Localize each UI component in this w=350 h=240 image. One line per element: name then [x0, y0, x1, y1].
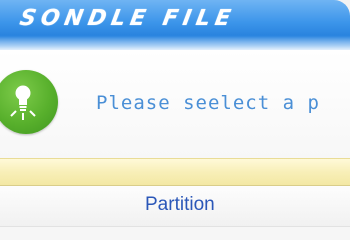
column-header-partition[interactable]: Partition — [145, 194, 215, 216]
lightbulb-glyph — [10, 85, 36, 120]
title-bar[interactable]: SONDLE FILE — [0, 0, 350, 50]
info-message: Please seelect a p — [96, 92, 320, 114]
header-band — [0, 158, 350, 186]
app-title: SONDLE FILE — [17, 6, 238, 31]
table-header: Partition — [0, 186, 350, 227]
app-window: SONDLE FILE Please seelect a p Partition — [0, 0, 350, 240]
lightbulb-icon — [0, 70, 58, 134]
table-body — [0, 227, 350, 240]
